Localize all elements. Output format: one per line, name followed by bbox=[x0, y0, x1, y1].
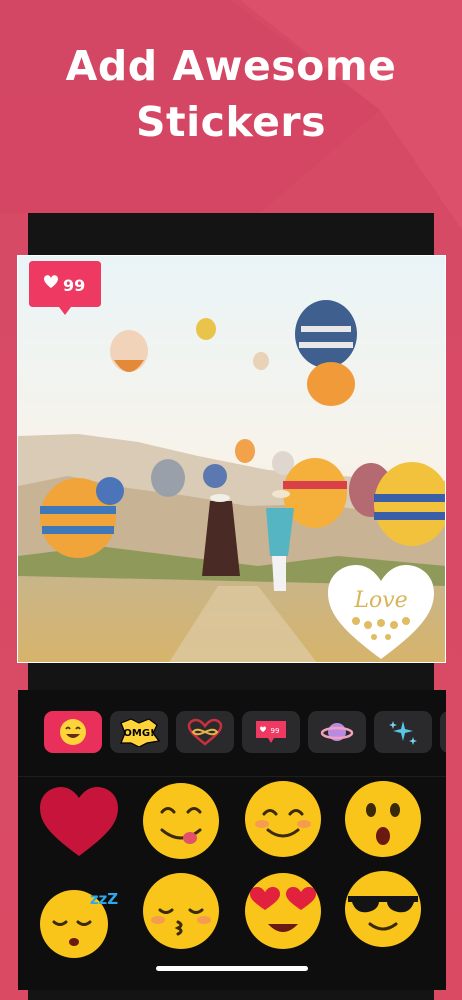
omg-icon: OMG! bbox=[120, 718, 161, 747]
smiling-face-icon[interactable] bbox=[242, 778, 324, 860]
likes-tab-count: 99 bbox=[271, 727, 280, 735]
tab-omg[interactable]: OMG! bbox=[110, 711, 168, 753]
divider bbox=[18, 776, 446, 777]
tab-sparkles[interactable] bbox=[374, 711, 432, 753]
like-count: 99 bbox=[63, 276, 86, 295]
home-indicator[interactable] bbox=[156, 966, 308, 971]
yummy-face-icon[interactable] bbox=[140, 780, 222, 862]
headline-line-2: Stickers bbox=[135, 98, 327, 146]
headline: Add Awesome Stickers bbox=[0, 38, 462, 150]
red-heart-icon[interactable] bbox=[38, 782, 120, 864]
infinity-heart-icon bbox=[187, 718, 223, 746]
sleeping-face-icon[interactable]: zzZ bbox=[38, 876, 124, 962]
tab-emoji[interactable] bbox=[44, 711, 102, 753]
tab-love[interactable] bbox=[176, 711, 234, 753]
heart-eyes-face-icon[interactable] bbox=[242, 870, 324, 952]
tab-space[interactable] bbox=[308, 711, 366, 753]
planet-icon bbox=[320, 723, 354, 741]
sparkles-icon bbox=[389, 721, 417, 745]
tab-likes[interactable]: 99 bbox=[242, 711, 300, 753]
love-text: Love bbox=[353, 588, 407, 613]
smiley-icon bbox=[60, 719, 86, 745]
like-count-icon: 99 bbox=[256, 721, 286, 743]
headline-line-1: Add Awesome bbox=[65, 42, 397, 90]
omg-label: OMG! bbox=[123, 728, 154, 739]
kissing-face-icon[interactable] bbox=[140, 870, 222, 952]
surprised-face-icon[interactable] bbox=[342, 778, 424, 860]
love-heart-sticker[interactable]: Love bbox=[326, 563, 436, 663]
sunglasses-face-icon[interactable] bbox=[342, 868, 424, 950]
zzz-label: zzZ bbox=[90, 890, 118, 908]
sticker-category-tabs: OMG! 99 bbox=[18, 700, 446, 768]
tab-more[interactable] bbox=[440, 711, 446, 753]
